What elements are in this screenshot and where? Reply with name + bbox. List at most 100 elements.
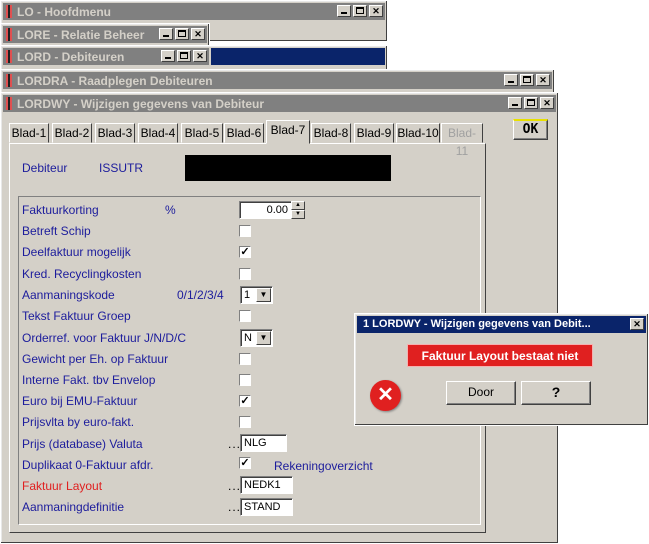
aanmaningdef-label: Aanmaningdefinitie bbox=[22, 500, 125, 514]
prijsvlta-label: Prijsvlta by euro-fakt. bbox=[22, 415, 135, 429]
spin-up-icon[interactable]: ▲ bbox=[291, 201, 305, 210]
tab-blad-2[interactable]: Blad-2 bbox=[52, 123, 92, 143]
app-icon bbox=[6, 97, 12, 110]
close-icon[interactable]: ✕ bbox=[369, 5, 383, 17]
tab-blad-8[interactable]: Blad-8 bbox=[311, 123, 351, 143]
tab-blad-11: Blad-11 bbox=[441, 123, 483, 158]
app-icon bbox=[6, 28, 12, 41]
ok-button[interactable]: OK bbox=[513, 119, 548, 140]
faktuur-layout-value: NEDK1 bbox=[244, 479, 281, 491]
minimize-icon[interactable] bbox=[159, 28, 173, 40]
window-title: LORD - Debiteuren bbox=[17, 50, 125, 64]
error-icon: ✕ bbox=[370, 380, 401, 411]
duplikaat-checkbox[interactable]: ✓ bbox=[239, 457, 251, 469]
faktuur-layout-label: Faktuur Layout bbox=[22, 479, 103, 493]
rekeningoverzicht-label: Rekeningoverzicht bbox=[274, 459, 373, 473]
deelfaktuur-checkbox[interactable]: ✓ bbox=[239, 246, 251, 258]
spin-down-icon[interactable]: ▼ bbox=[291, 210, 305, 219]
tab-blad-10[interactable]: Blad-10 bbox=[396, 123, 440, 143]
faktuurkorting-label: Faktuurkorting bbox=[22, 203, 99, 217]
close-icon[interactable]: ✕ bbox=[536, 74, 550, 86]
prijs-valuta-input[interactable]: NLG bbox=[240, 434, 287, 452]
euro-emu-label: Euro bij EMU-Faktuur bbox=[22, 394, 138, 408]
duplikaat-label: Duplikaat 0-Faktuur afdr. bbox=[22, 458, 154, 472]
app-icon bbox=[6, 50, 12, 63]
door-button[interactable]: Door bbox=[446, 381, 516, 405]
window-title: LO - Hoofdmenu bbox=[17, 5, 111, 19]
prijs-valuta-value: NLG bbox=[244, 437, 267, 449]
interne-fakt-label: Interne Fakt. tbv Envelop bbox=[22, 373, 156, 387]
betreft-schip-label: Betreft Schip bbox=[22, 224, 91, 238]
ok-label: OK bbox=[522, 122, 539, 137]
tab-blad-4[interactable]: Blad-4 bbox=[138, 123, 178, 143]
tab-blad-7[interactable]: Blad-7 bbox=[266, 120, 310, 144]
orderref-value: N bbox=[244, 332, 252, 344]
faktuurkorting-unit: % bbox=[165, 203, 176, 217]
minimize-icon[interactable] bbox=[337, 5, 351, 17]
debiteur-name-field bbox=[185, 155, 391, 181]
orderref-dropdown-icon[interactable]: ▼ bbox=[256, 331, 271, 345]
tab-blad-6[interactable]: Blad-6 bbox=[224, 123, 264, 143]
maximize-icon[interactable] bbox=[520, 74, 534, 86]
debiteur-label: Debiteur bbox=[22, 161, 68, 175]
aanmaningdef-value: STAND bbox=[244, 501, 281, 513]
gewicht-checkbox[interactable] bbox=[239, 353, 251, 365]
window-title: LORDWY - Wijzigen gegevens van Debiteur bbox=[17, 97, 265, 111]
tab-blad-3[interactable]: Blad-3 bbox=[95, 123, 135, 143]
minimize-icon[interactable] bbox=[161, 50, 175, 62]
aanmaningskode-hint: 0/1/2/3/4 bbox=[177, 288, 224, 302]
interne-fakt-checkbox[interactable] bbox=[239, 374, 251, 386]
tekst-faktuur-checkbox[interactable] bbox=[239, 310, 251, 322]
tab-blad-9[interactable]: Blad-9 bbox=[354, 123, 394, 143]
prijs-valuta-label: Prijs (database) Valuta bbox=[22, 437, 143, 451]
titlebar-raadplegen[interactable]: LORDRA - Raadplegen Debiteuren ✕ bbox=[3, 72, 552, 89]
close-icon[interactable]: ✕ bbox=[191, 28, 205, 40]
window-title: LORE - Relatie Beheer bbox=[17, 28, 145, 42]
kred-recycling-label: Kred. Recyclingkosten bbox=[22, 267, 142, 281]
faktuur-layout-input[interactable]: NEDK1 bbox=[240, 476, 293, 494]
tekst-faktuur-label: Tekst Faktuur Groep bbox=[22, 309, 131, 323]
door-label: Door bbox=[467, 385, 494, 399]
close-icon[interactable]: ✕ bbox=[630, 318, 644, 330]
aanmaningskode-label: Aanmaningskode bbox=[22, 288, 115, 302]
close-icon[interactable]: ✕ bbox=[193, 50, 207, 62]
aanmaningskode-dropdown-icon[interactable]: ▼ bbox=[256, 288, 271, 302]
maximize-icon[interactable] bbox=[175, 28, 189, 40]
dialog-title: 1 LORDWY - Wijzigen gegevens van Debit..… bbox=[363, 318, 591, 330]
titlebar-wijzigen[interactable]: LORDWY - Wijzigen gegevens van Debiteur … bbox=[3, 95, 556, 112]
dialog-message-text: Faktuur Layout bestaat niet bbox=[421, 349, 579, 363]
close-icon[interactable]: ✕ bbox=[540, 97, 554, 109]
kred-recycling-checkbox[interactable] bbox=[239, 268, 251, 280]
faktuurkorting-input[interactable]: 0.00 bbox=[239, 201, 292, 219]
app-icon bbox=[6, 74, 12, 87]
titlebar-relatie-beheer[interactable]: LORE - Relatie Beheer ✕ bbox=[3, 26, 207, 43]
maximize-icon[interactable] bbox=[177, 50, 191, 62]
tab-blad-5[interactable]: Blad-5 bbox=[181, 123, 223, 143]
help-button[interactable]: ? bbox=[521, 381, 591, 405]
maximize-icon[interactable] bbox=[524, 97, 538, 109]
window-title: LORDRA - Raadplegen Debiteuren bbox=[17, 74, 213, 88]
deelfaktuur-label: Deelfaktuur mogelijk bbox=[22, 245, 131, 259]
aanmaningdef-input[interactable]: STAND bbox=[240, 498, 293, 516]
aanmaningskode-value: 1 bbox=[244, 289, 251, 301]
tab-blad-1[interactable]: Blad-1 bbox=[9, 123, 49, 143]
maximize-icon[interactable] bbox=[353, 5, 367, 17]
titlebar-debiteuren[interactable]: LORD - Debiteuren ✕ bbox=[3, 48, 209, 65]
gewicht-label: Gewicht per Eh. op Faktuur bbox=[22, 352, 169, 366]
debiteuren-highlight bbox=[211, 48, 385, 65]
betreft-schip-checkbox[interactable] bbox=[239, 225, 251, 237]
dialog-message: Faktuur Layout bestaat niet bbox=[407, 344, 593, 367]
app-icon bbox=[6, 5, 12, 18]
help-label: ? bbox=[551, 384, 561, 400]
euro-emu-checkbox[interactable]: ✓ bbox=[239, 395, 251, 407]
faktuurkorting-spinner[interactable]: ▲ ▼ bbox=[291, 201, 305, 219]
orderref-label: Orderref. voor Faktuur J/N/D/C bbox=[22, 331, 187, 345]
dialog-titlebar[interactable]: 1 LORDWY - Wijzigen gegevens van Debit..… bbox=[357, 316, 646, 333]
debiteur-code: ISSUTR bbox=[99, 161, 144, 175]
titlebar-hoofdmenu[interactable]: LO - Hoofdmenu ✕ bbox=[3, 3, 385, 20]
prijsvlta-checkbox[interactable] bbox=[239, 416, 251, 428]
minimize-icon[interactable] bbox=[508, 97, 522, 109]
minimize-icon[interactable] bbox=[504, 74, 518, 86]
faktuurkorting-value: 0.00 bbox=[266, 204, 288, 216]
error-dialog: 1 LORDWY - Wijzigen gegevens van Debit..… bbox=[354, 313, 649, 426]
